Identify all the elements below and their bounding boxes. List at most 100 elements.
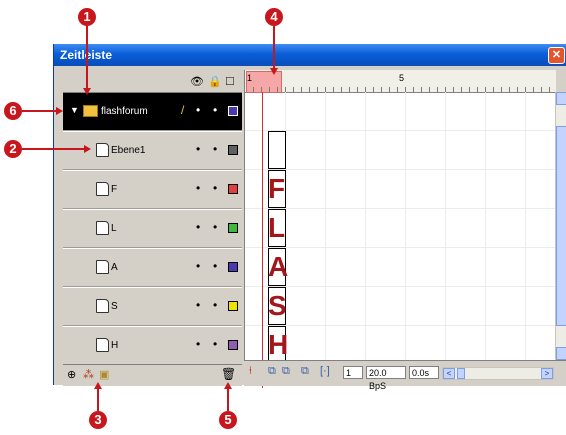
visibility-toggle[interactable]: • [196, 299, 200, 311]
layer-row[interactable]: A • • [63, 249, 242, 288]
visibility-toggle[interactable]: • [196, 182, 200, 194]
eye-icon[interactable]: 👁 [190, 75, 204, 88]
ruler-tick [533, 87, 534, 92]
keyframe[interactable]: F [268, 170, 286, 208]
grid-line [245, 325, 556, 326]
layer-color-swatch[interactable] [228, 223, 238, 233]
scroll-up-button[interactable] [556, 92, 566, 105]
layer-name: flashforum [101, 106, 148, 117]
layer-color-swatch[interactable] [228, 262, 238, 272]
layer-color-swatch[interactable] [228, 301, 238, 311]
ruler-label-1: 1 [247, 73, 253, 83]
layer-color-swatch[interactable] [228, 106, 238, 116]
ruler-tick [349, 87, 350, 92]
visibility-toggle[interactable]: • [196, 221, 200, 233]
grid-line [245, 169, 556, 170]
modify-onion-markers-icon[interactable]: [·] [320, 365, 330, 377]
layer-icon [96, 143, 109, 157]
ruler-tick [357, 87, 358, 92]
callout-5: 5 [219, 411, 237, 429]
lock-toggle[interactable]: • [213, 143, 217, 155]
layer-row[interactable]: S • • [63, 288, 242, 327]
ruler-tick [373, 87, 374, 92]
layer-name: L [111, 223, 117, 234]
layer-folder-row[interactable]: ▼ / flashforum • • [63, 93, 242, 132]
lock-toggle[interactable]: • [213, 104, 217, 116]
visibility-toggle[interactable]: • [196, 338, 200, 350]
scroll-left-button[interactable]: < [443, 368, 455, 379]
keyframe-letter: H [268, 329, 289, 360]
layer-color-swatch[interactable] [228, 340, 238, 350]
ruler-label-5: 5 [399, 73, 405, 83]
callout-2: 2 [4, 140, 22, 158]
lock-toggle[interactable]: • [213, 260, 217, 272]
layer-panel: 👁 🔒 □ ▼ / flashforum • • Ebene1 • • F • • L • • A • • S • •… [63, 70, 242, 386]
ruler-tick [277, 87, 278, 92]
layer-name: F [111, 184, 118, 195]
folder-icon [83, 105, 98, 117]
keyframe[interactable]: A [268, 248, 288, 286]
vertical-scrollbar[interactable] [555, 92, 566, 360]
keyframe-letter: S [268, 290, 287, 321]
ruler-tick [549, 87, 550, 92]
scroll-right-button[interactable]: > [541, 368, 553, 379]
callout-4-line [273, 26, 275, 68]
horizontal-scrollbar[interactable]: < > [442, 367, 554, 380]
timeline-frames[interactable]: 1 5 FLASH [244, 70, 556, 388]
visibility-toggle[interactable]: • [196, 104, 200, 116]
add-folder-icon[interactable]: ▣ [99, 368, 109, 381]
callout-6-arrow [56, 107, 63, 115]
frame-ruler[interactable]: 1 5 [245, 70, 556, 93]
visibility-toggle[interactable]: • [196, 143, 200, 155]
grid-line [405, 92, 406, 360]
playhead-line [262, 92, 263, 388]
layer-color-swatch[interactable] [228, 145, 238, 155]
add-guide-layer-icon[interactable]: ⁂ [83, 368, 94, 381]
keyframe[interactable]: H [268, 326, 289, 364]
callout-3: 3 [89, 411, 107, 429]
frame-rate: 20.0 BpS [366, 366, 406, 391]
layer-icon [96, 338, 109, 352]
expand-arrow-icon[interactable]: ▼ [70, 105, 79, 115]
layer-row[interactable]: H • • [63, 327, 242, 366]
trash-icon[interactable]: 🗑 [221, 367, 236, 381]
lock-icon[interactable]: 🔒 [208, 75, 222, 88]
outline-icon[interactable]: □ [226, 73, 234, 88]
keyframe[interactable]: S [268, 287, 287, 325]
add-layer-icon[interactable]: ⊕ [67, 368, 76, 381]
ruler-tick [341, 87, 342, 92]
ruler-tick [309, 87, 310, 92]
ruler-tick [413, 87, 414, 92]
center-frame-icon[interactable]: ⍿ [249, 365, 252, 378]
layer-row[interactable]: L • • [63, 210, 242, 249]
close-button[interactable]: ✕ [548, 47, 565, 64]
layer-icon [96, 182, 109, 196]
layer-color-swatch[interactable] [228, 184, 238, 194]
grid-line [245, 247, 556, 248]
elapsed-time: 0.0s [409, 366, 439, 379]
onion-skin-outline-icon[interactable]: ⧉ [282, 365, 290, 378]
h-scroll-thumb[interactable] [457, 368, 465, 379]
callout-1: 1 [78, 8, 96, 26]
lock-toggle[interactable]: • [213, 221, 217, 233]
title-bar[interactable]: Zeitleiste ✕ [54, 44, 566, 66]
ruler-tick [333, 87, 334, 92]
scroll-down-button[interactable] [556, 347, 566, 360]
keyframe[interactable]: L [268, 209, 286, 247]
ruler-tick [317, 87, 318, 92]
keyframe-empty[interactable] [268, 131, 286, 169]
keyframe-letter: L [268, 212, 286, 243]
callout-6: 6 [4, 102, 22, 120]
ruler-tick [293, 87, 294, 92]
layer-name: Ebene1 [111, 145, 146, 156]
onion-skin-icon[interactable]: ⧉ [268, 365, 276, 378]
visibility-toggle[interactable]: • [196, 260, 200, 272]
layer-row[interactable]: F • • [63, 171, 242, 210]
lock-toggle[interactable]: • [213, 338, 217, 350]
edit-multiple-frames-icon[interactable]: ⧉ [301, 365, 309, 378]
scroll-thumb[interactable] [556, 126, 566, 326]
layer-toolbar: ⊕ ⁂ ▣ 🗑 [63, 364, 242, 385]
grid-line [245, 208, 556, 209]
lock-toggle[interactable]: • [213, 182, 217, 194]
lock-toggle[interactable]: • [213, 299, 217, 311]
